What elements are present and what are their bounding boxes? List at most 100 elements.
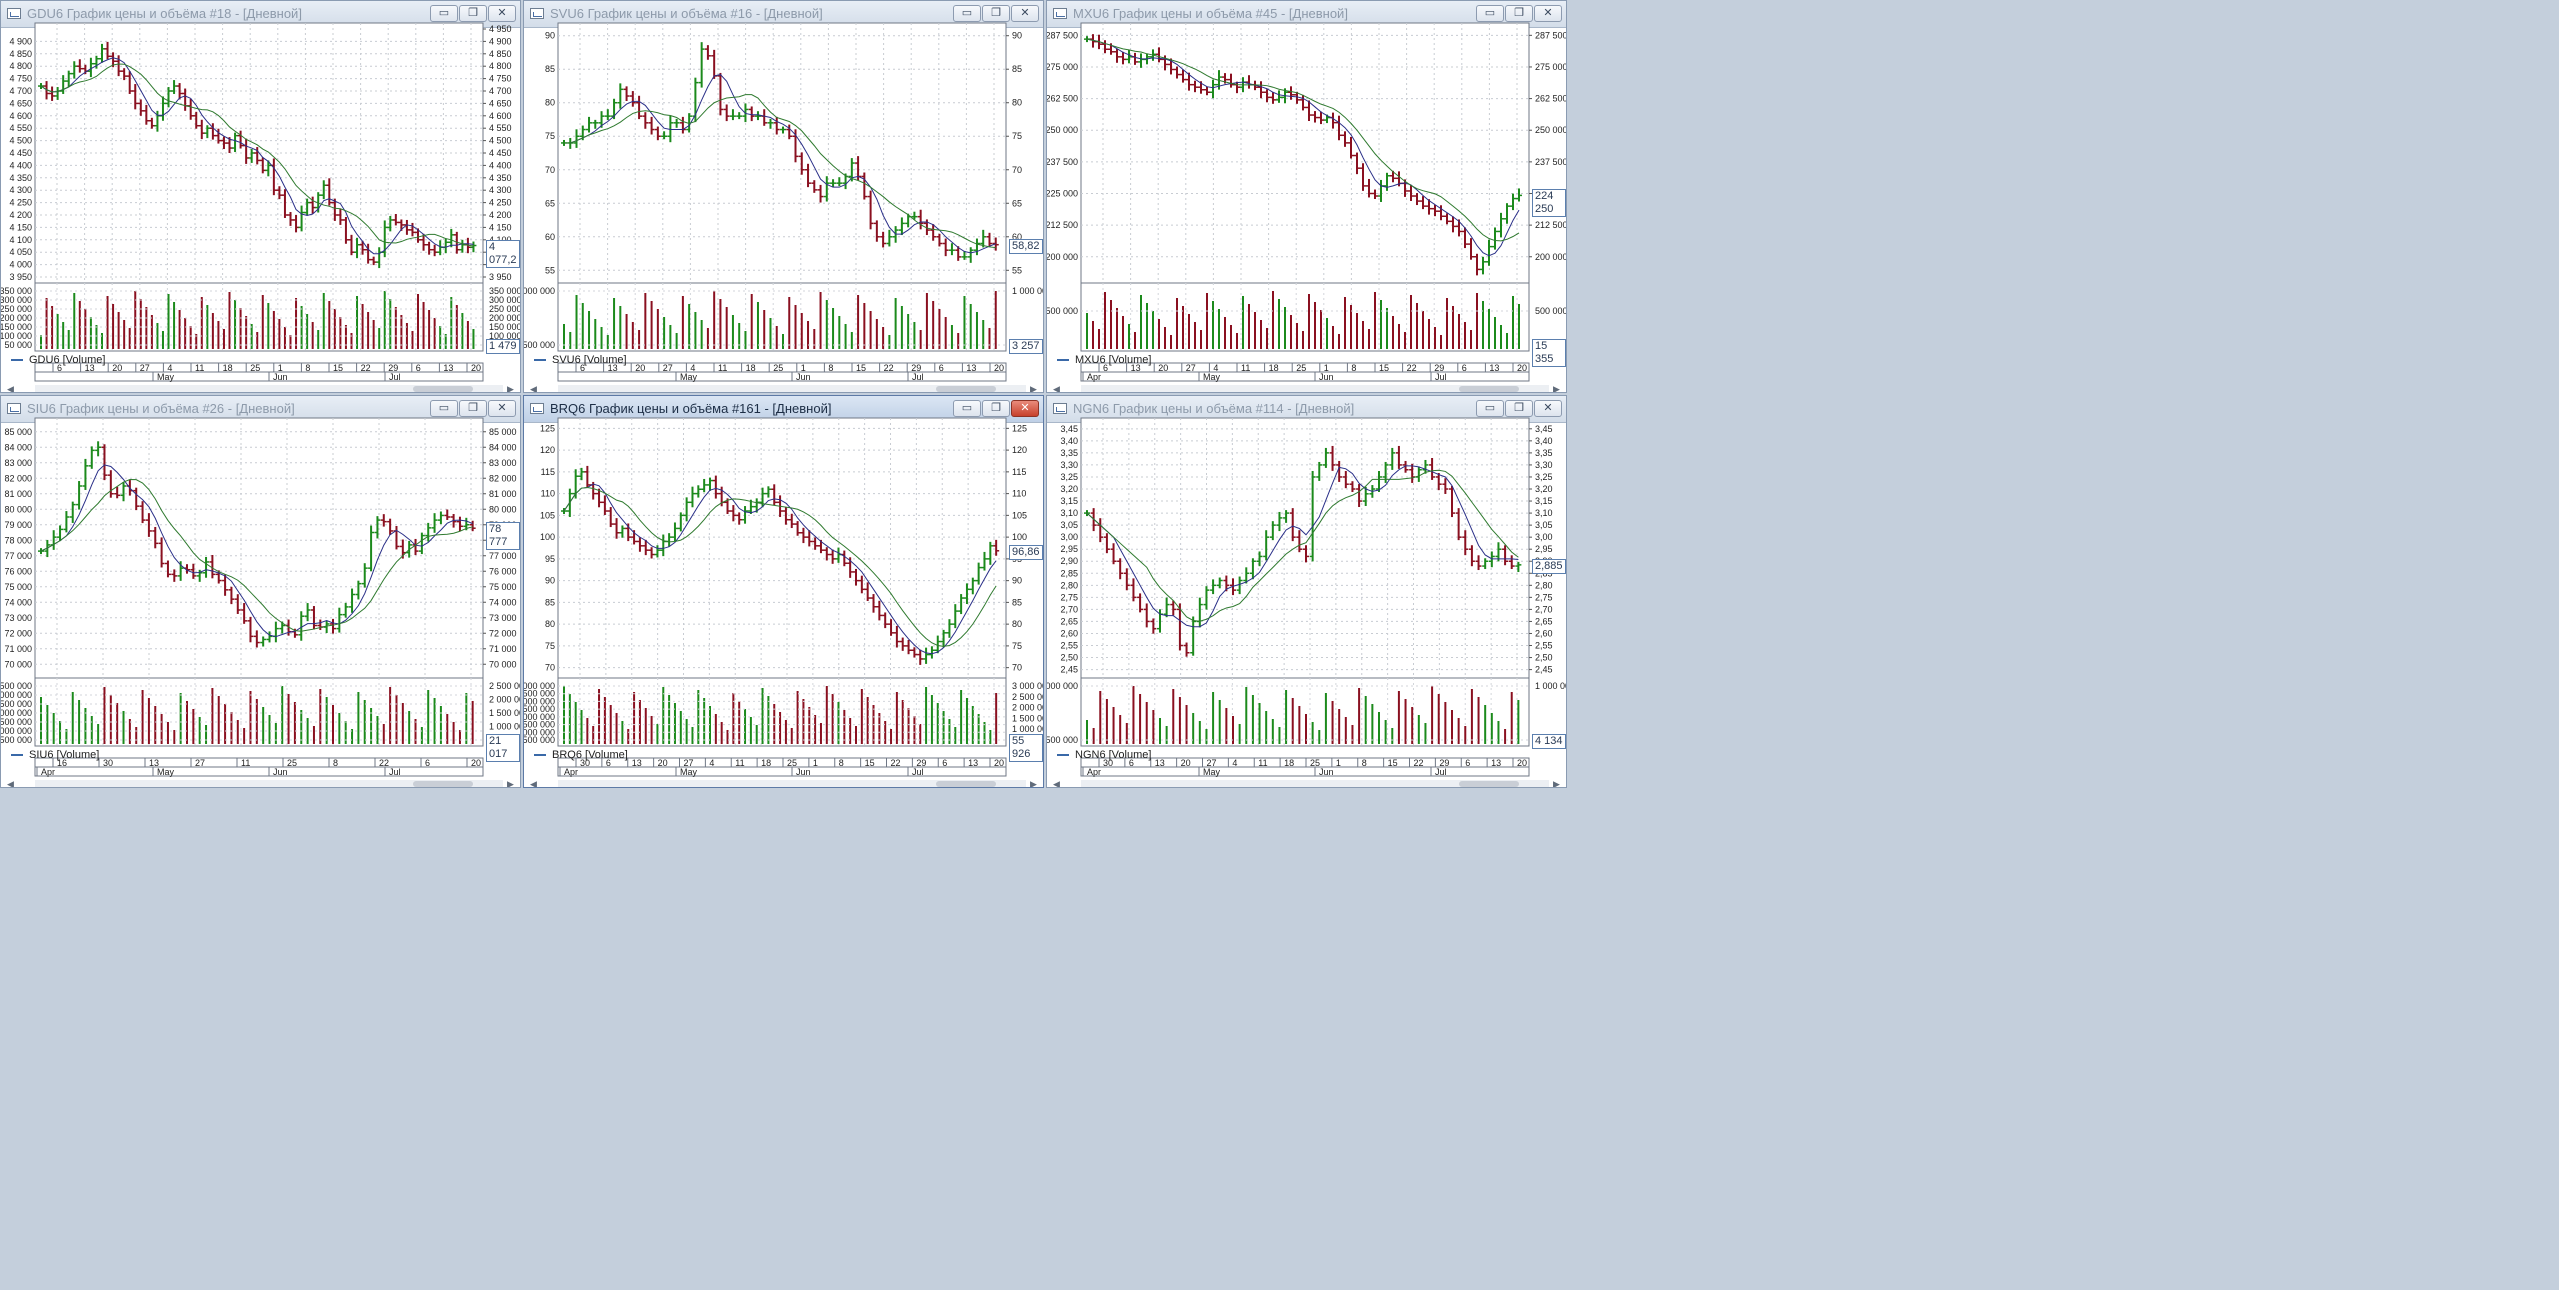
scrollbar-thumb[interactable] <box>936 781 996 787</box>
horizontal-scrollbar[interactable] <box>1081 385 1549 392</box>
volume-bar <box>139 299 142 349</box>
window-brq6[interactable]: BRQ6 График цены и объёма #161 - [Дневно… <box>523 395 1044 788</box>
scroll-left-arrow-icon[interactable]: ◀ <box>7 384 14 392</box>
scroll-left-arrow-icon[interactable]: ◀ <box>530 779 537 787</box>
horizontal-scrollbar[interactable] <box>1081 780 1549 787</box>
volume-bar <box>942 711 945 744</box>
volume-bar <box>1266 328 1268 349</box>
scroll-left-arrow-icon[interactable]: ◀ <box>1053 779 1060 787</box>
price-volume-chart[interactable]: 1251201151101051009590858075701251201151… <box>524 396 1044 777</box>
date-day-label: 6 <box>939 363 944 373</box>
price-volume-chart[interactable]: 85 000 84 000 83 000 82 000 81 000 80 000 79 0… <box>1 396 521 777</box>
scrollbar-thumb[interactable] <box>413 781 473 787</box>
volume-bar <box>613 298 616 349</box>
window-svu6[interactable]: SVU6 График цены и объёма #16 - [Дневной… <box>523 0 1044 393</box>
date-month-label: Apr <box>564 767 578 777</box>
scrollbar-thumb[interactable] <box>1459 386 1519 392</box>
volume-bar <box>732 693 735 744</box>
window-gdu6[interactable]: GDU6 График цены и объёма #18 - [Дневной… <box>0 0 521 393</box>
window-ngn6[interactable]: NGN6 График цены и объёма #114 - [Дневно… <box>1046 395 1567 788</box>
date-day-label: 4 <box>1232 758 1237 768</box>
volume-bar <box>794 305 797 349</box>
volume-bar <box>433 318 436 349</box>
date-day-label: 8 <box>305 363 310 373</box>
scroll-right-arrow-icon[interactable]: ▶ <box>1553 384 1560 392</box>
scroll-right-arrow-icon[interactable]: ▶ <box>1030 384 1037 392</box>
price-tick-label-right: 2,65 <box>1535 616 1553 626</box>
volume-bar <box>675 333 678 349</box>
date-day-label: 13 <box>1155 758 1165 768</box>
volume-bar <box>609 705 612 744</box>
price-tick-label: 80 <box>545 98 555 108</box>
price-volume-chart[interactable]: 3,45 3,40 3,35 3,30 3,25 3,20 3,15 3,10 3,05 3,00… <box>1047 396 1567 777</box>
volume-bar <box>1152 710 1155 744</box>
horizontal-scrollbar[interactable] <box>35 385 503 392</box>
price-tick-label-right: 4 550 <box>489 123 512 133</box>
legend-line-icon <box>534 359 546 362</box>
price-tick-label: 79 000 <box>4 520 32 530</box>
price-tick-label-right: 80 <box>1012 98 1022 108</box>
volume-bar <box>428 310 431 349</box>
price-tick-label: 90 <box>545 31 555 41</box>
volume-tick-label: 500 000 <box>1046 306 1078 316</box>
volume-bar <box>703 698 706 744</box>
price-tick-label: 55 <box>545 265 555 275</box>
price-tick-label: 4 700 <box>9 86 32 96</box>
date-day-label: 27 <box>140 363 150 373</box>
price-tick-label: 60 <box>545 232 555 242</box>
scroll-left-arrow-icon[interactable]: ◀ <box>7 779 14 787</box>
scrollbar-thumb[interactable] <box>936 386 996 392</box>
horizontal-scrollbar[interactable] <box>558 780 1026 787</box>
scroll-right-arrow-icon[interactable]: ▶ <box>1030 779 1037 787</box>
volume-bar <box>988 328 991 349</box>
volume-bar <box>650 301 653 349</box>
scrollbar-thumb[interactable] <box>1459 781 1519 787</box>
price-volume-chart[interactable]: 90858075706560559085807570656055000 0005… <box>524 1 1044 382</box>
scroll-right-arrow-icon[interactable]: ▶ <box>507 779 514 787</box>
volume-bar <box>466 321 469 349</box>
date-day-label: 13 <box>1489 363 1499 373</box>
volume-bar <box>222 329 225 349</box>
scroll-right-arrow-icon[interactable]: ▶ <box>507 384 514 392</box>
volume-bar <box>894 298 897 349</box>
volume-bar <box>178 310 181 349</box>
volume-bar <box>217 321 220 349</box>
date-day-label: 18 <box>746 363 756 373</box>
volume-bar <box>46 705 49 744</box>
volume-bar <box>306 314 309 349</box>
price-tick-label: 110 <box>541 489 555 499</box>
horizontal-scrollbar[interactable] <box>558 385 1026 392</box>
price-tick-label: 4 050 <box>9 247 32 257</box>
window-mxu6[interactable]: MXU6 График цены и объёма #45 - [Дневной… <box>1046 0 1567 393</box>
date-month-label: Jul <box>1435 767 1447 777</box>
volume-legend: SIU6 [Volume] <box>11 749 99 761</box>
volume-legend: NGN6 [Volume] <box>1057 749 1151 761</box>
volume-bar <box>217 696 220 744</box>
volume-bar <box>52 713 55 744</box>
volume-tick-label-right: 2 000 000 <box>1012 703 1044 713</box>
volume-bar <box>1470 689 1473 744</box>
volume-last-value: 55 926 <box>1009 734 1043 762</box>
price-volume-chart[interactable]: 287 500 275 000 262 500 250 000 237 500 225 0… <box>1046 1 1567 382</box>
price-tick-label: 72 000 <box>4 628 32 638</box>
volume-bar <box>796 691 799 744</box>
volume-bar <box>1218 309 1220 349</box>
date-day-label: 25 <box>250 363 260 373</box>
volume-bar <box>691 727 694 744</box>
volume-bar <box>1145 702 1148 744</box>
volume-bar <box>1278 727 1281 744</box>
volume-bar <box>145 307 148 349</box>
volume-bar <box>1494 317 1496 349</box>
price-tick-label: 70 000 <box>4 659 32 669</box>
price-volume-chart[interactable]: 4 900 4 850 4 800 4 750 4 700 4 650 4 600 4 550… <box>1 1 521 382</box>
scroll-left-arrow-icon[interactable]: ◀ <box>1053 384 1060 392</box>
scrollbar-thumb[interactable] <box>413 386 473 392</box>
volume-bar <box>411 331 414 349</box>
window-siu6[interactable]: SIU6 График цены и объёма #26 - [Дневной… <box>0 395 521 788</box>
horizontal-scrollbar[interactable] <box>35 780 503 787</box>
price-tick-label-right: 75 <box>1012 641 1022 651</box>
volume-bar <box>878 713 881 744</box>
scroll-left-arrow-icon[interactable]: ◀ <box>530 384 537 392</box>
volume-legend: GDU6 [Volume] <box>11 354 105 366</box>
scroll-right-arrow-icon[interactable]: ▶ <box>1553 779 1560 787</box>
